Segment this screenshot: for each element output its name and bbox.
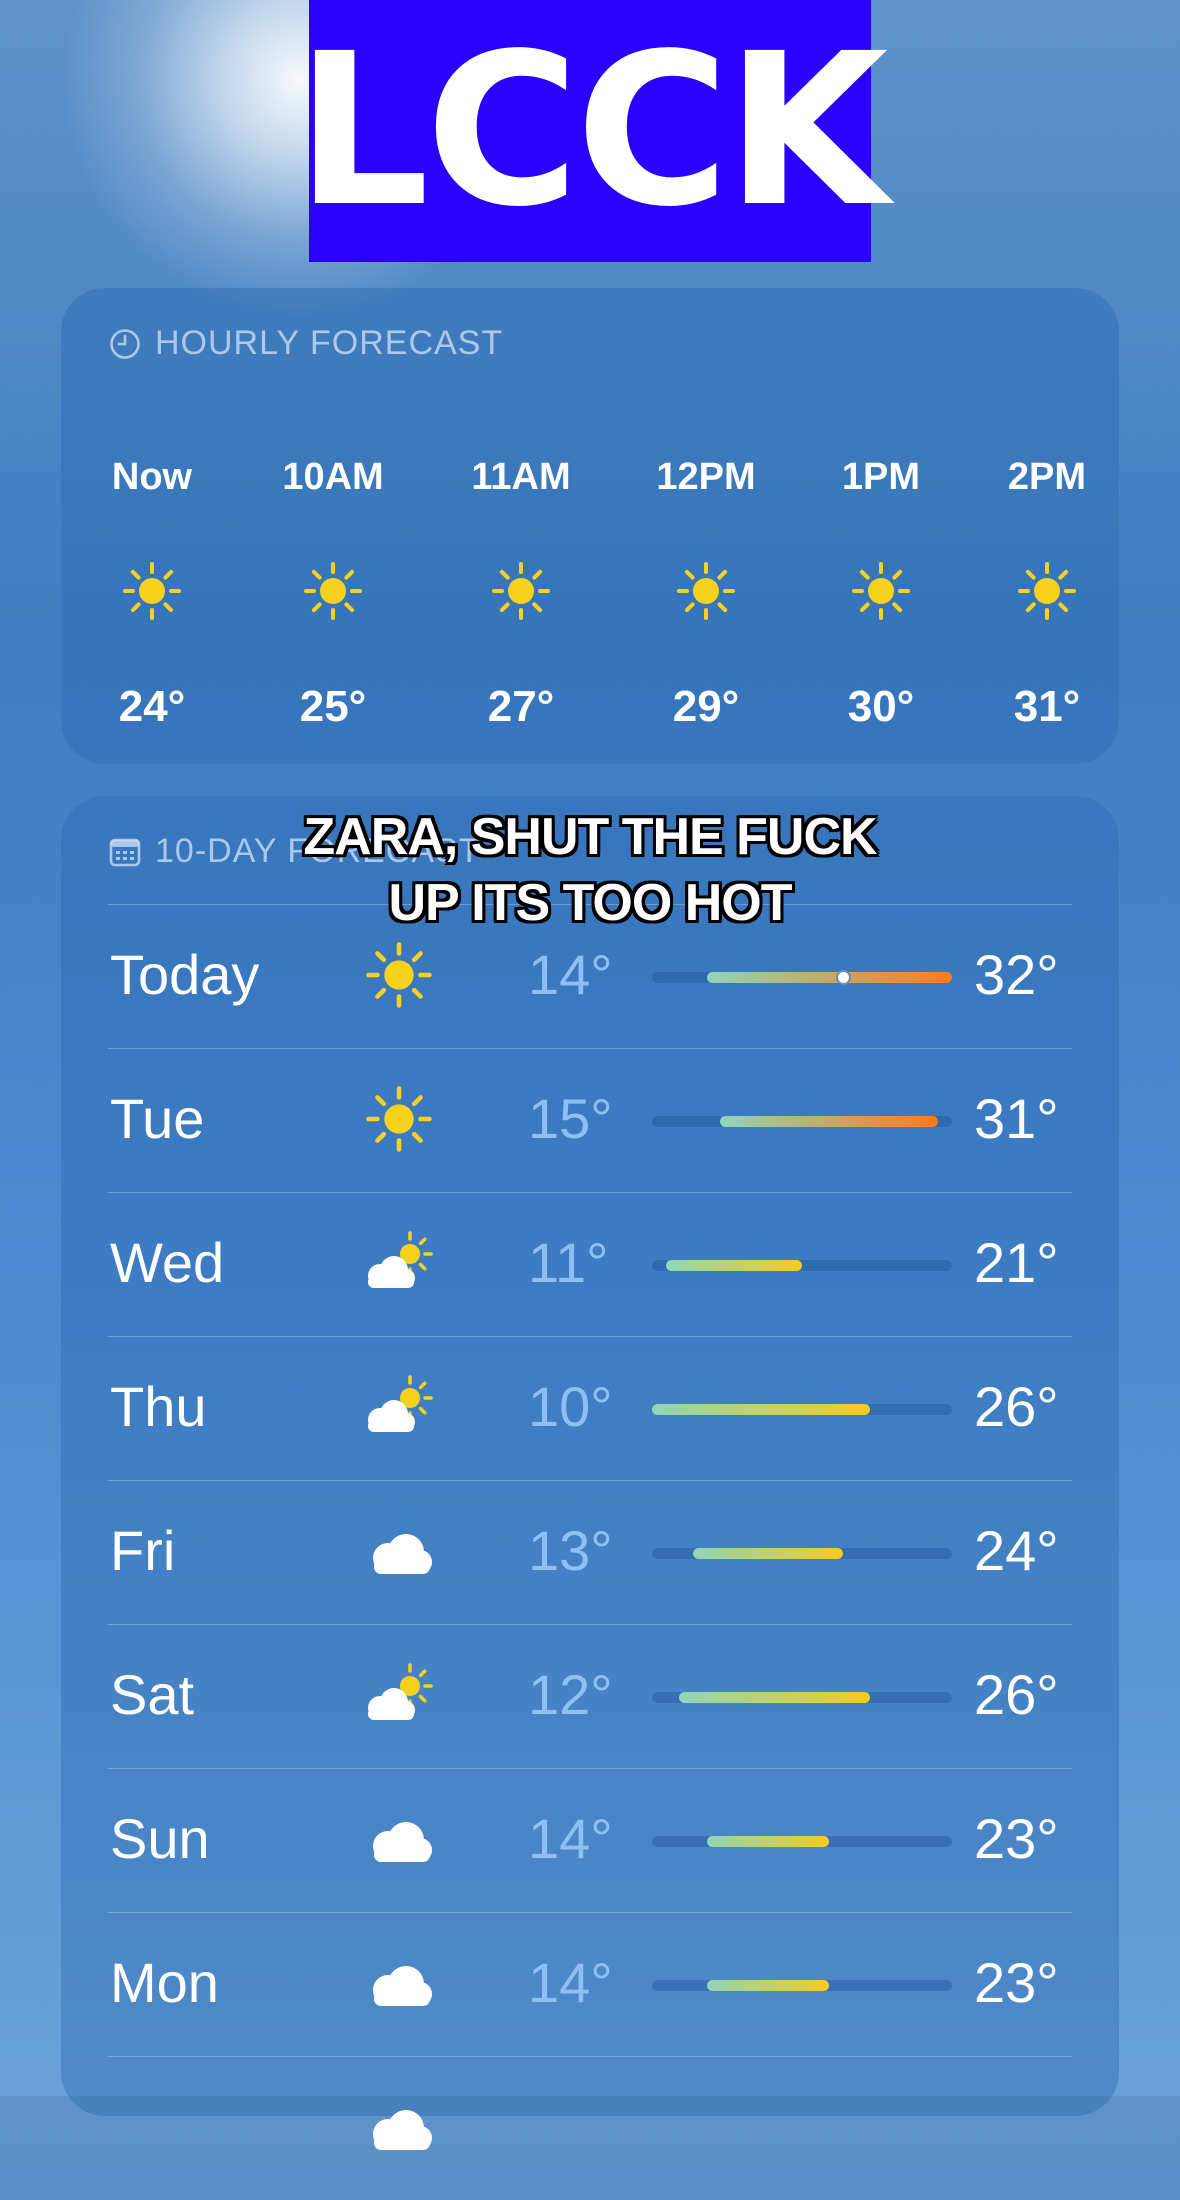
low-temp: 13°	[528, 1519, 613, 1582]
day-label: Tue	[110, 1087, 205, 1150]
hour-temp: 25°	[299, 682, 367, 731]
low-temp: 12°	[528, 1663, 613, 1726]
high-temp: 26°	[974, 1375, 1059, 1438]
partly-cloudy-icon	[358, 1372, 440, 1442]
high-temp: 26°	[974, 1663, 1059, 1726]
high-temp: 31°	[974, 1087, 1059, 1150]
cloud-icon	[358, 2092, 440, 2162]
temp-range-bar	[652, 1116, 952, 1127]
current-temp-dot	[835, 970, 851, 985]
video-caption: ZARA, SHUT THE FUCK UP ITS TOO HOT	[0, 804, 1180, 936]
look-banner-overlay: LCCK	[296, 0, 888, 262]
hourly-forecast-header: HOURLY FORECAST	[109, 324, 503, 363]
sun-icon	[302, 560, 364, 622]
partly-cloudy-icon	[358, 1228, 440, 1298]
temp-range-bar	[652, 970, 952, 985]
hour-temp: 29°	[672, 682, 740, 731]
day-label: Sat	[110, 1663, 195, 1726]
hour-label: 1PM	[841, 456, 921, 498]
row-divider	[108, 1336, 1072, 1337]
sun-icon	[121, 560, 183, 622]
temp-range-bar	[652, 1980, 952, 1991]
banner-text: LCCK	[295, 8, 889, 253]
temp-range-fill	[720, 1116, 939, 1127]
high-temp: 21°	[974, 1231, 1059, 1294]
ten-day-forecast-card[interactable]: 10-DAY FORECAST Today 14° 32° Tue 15° 31° Wed 1…	[61, 796, 1119, 2150]
clock-icon	[110, 328, 140, 359]
hourly-forecast-title: HOURLY FORECAST	[155, 324, 504, 362]
temp-range-fill	[692, 1548, 843, 1559]
sun-icon	[675, 560, 737, 622]
high-temp: 24°	[974, 1519, 1059, 1582]
sun-icon	[358, 1084, 440, 1154]
day-row-sat[interactable]: Sat 12° 26°	[108, 1624, 1072, 1768]
day-label: Mon	[110, 1951, 219, 2014]
low-temp: 11°	[528, 1231, 609, 1294]
day-row-mon[interactable]: Mon 14° 23°	[108, 1912, 1072, 2056]
hour-label: 10AM	[282, 456, 384, 498]
temp-range-bar	[652, 1836, 952, 1847]
day-label: Thu	[110, 1375, 207, 1438]
sun-icon	[358, 940, 440, 1010]
temp-range-fill	[706, 972, 952, 983]
hour-temp: 30°	[847, 682, 915, 731]
day-row-tue[interactable]: Tue 15° 31°	[108, 1048, 1072, 1192]
high-temp: 32°	[974, 943, 1059, 1006]
day-row-thu[interactable]: Thu 10° 26°	[108, 1336, 1072, 1480]
low-temp: 14°	[528, 1951, 613, 2014]
row-divider	[108, 1192, 1072, 1193]
temp-range-fill	[679, 1692, 871, 1703]
hour-temp: 24°	[118, 682, 186, 731]
day-label: Today	[110, 943, 260, 1006]
temp-range-bar	[652, 1260, 952, 1271]
hour-label: 2PM	[1007, 456, 1087, 498]
caption-line-1: ZARA, SHUT THE FUCK	[303, 808, 877, 866]
low-temp: 10°	[528, 1375, 613, 1438]
row-divider	[108, 1480, 1072, 1481]
cloud-icon	[358, 1948, 440, 2018]
sun-icon	[490, 560, 552, 622]
temp-range-bar	[652, 1548, 952, 1559]
hour-temp: 31°	[1013, 682, 1081, 731]
sun-icon	[850, 560, 912, 622]
sun-icon	[1016, 560, 1078, 622]
cloud-icon	[358, 1516, 440, 1586]
temp-range-bar	[652, 1692, 952, 1703]
day-row-fri[interactable]: Fri 13° 24°	[108, 1480, 1072, 1624]
high-temp: 23°	[974, 1807, 1059, 1870]
row-divider	[108, 2056, 1072, 2057]
day-label: Fri	[110, 1519, 176, 1582]
hour-label: Now	[111, 456, 193, 498]
hourly-forecast-card[interactable]: HOURLY FORECAST Now 24° 10AM 25° 11AM 27° 12PM…	[61, 288, 1119, 764]
caption-line-2: UP ITS TOO HOT	[388, 874, 792, 932]
high-temp: 23°	[974, 1951, 1059, 2014]
temp-range-fill	[706, 1836, 830, 1847]
hour-temp: 27°	[487, 682, 555, 731]
day-row-wed[interactable]: Wed 11° 21°	[108, 1192, 1072, 1336]
row-divider	[108, 1768, 1072, 1769]
low-temp: 15°	[528, 1087, 613, 1150]
low-temp: 14°	[528, 943, 613, 1006]
hour-label: 11AM	[471, 456, 571, 498]
temp-range-fill	[665, 1260, 802, 1271]
day-row-next	[108, 2056, 1072, 2200]
day-label: Wed	[110, 1231, 225, 1294]
cloud-icon	[358, 1804, 440, 1874]
temp-range-fill	[652, 1404, 871, 1415]
hour-label: 12PM	[656, 456, 756, 498]
partly-cloudy-icon	[358, 1660, 440, 1730]
row-divider	[108, 1912, 1072, 1913]
day-label: Sun	[110, 1807, 210, 1870]
row-divider	[108, 1624, 1072, 1625]
low-temp: 14°	[528, 1807, 613, 1870]
temp-range-bar	[652, 1404, 952, 1415]
temp-range-fill	[706, 1980, 830, 1991]
day-row-sun[interactable]: Sun 14° 23°	[108, 1768, 1072, 1912]
row-divider	[108, 1048, 1072, 1049]
